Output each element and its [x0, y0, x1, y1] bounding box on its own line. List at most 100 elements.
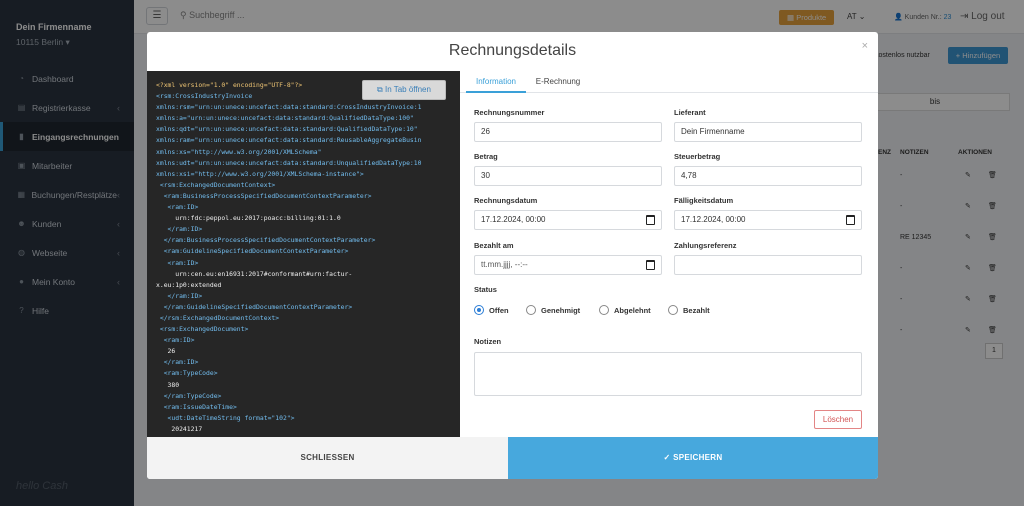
rechnungsnummer-label: Rechnungsnummer	[474, 108, 545, 117]
xml-line: </ram:BusinessProcessSpecifiedDocumentCo…	[156, 235, 421, 246]
tab-information[interactable]: Information	[466, 71, 526, 93]
lieferant-input[interactable]: Dein Firmenname	[674, 122, 862, 142]
xml-line: <ram:ID>	[156, 335, 421, 346]
status-radio-label: Bezahlt	[683, 305, 710, 315]
status-radio[interactable]: Genehmigt	[526, 305, 580, 315]
xml-token: xmlns:xs="http://www.w3.org/2001/XMLSche…	[156, 147, 322, 156]
xml-token: xmlns:udt="urn:un:unece:uncefact:data:st…	[156, 158, 422, 167]
xml-token: <?xml version="1.0" encoding="UTF-8"?>	[156, 81, 303, 89]
radio-circle-icon[interactable]	[474, 305, 484, 315]
xml-token: <ram:ID>	[156, 336, 195, 345]
xml-line: </ram:ID>	[156, 224, 421, 235]
xml-token: 380	[156, 380, 180, 389]
xml-code: <?xml version="1.0" encoding="UTF-8"?> <r…	[156, 80, 421, 437]
bezahlt-am-placeholder: tt.mm.jjjj, --:--	[481, 260, 528, 269]
radio-circle-icon[interactable]	[526, 305, 536, 315]
betrag-input[interactable]: 30	[474, 166, 662, 186]
xml-line: urn:cen.eu:en16931:2017#conformant#urn:f…	[156, 269, 421, 280]
xml-line: 380	[156, 380, 421, 391]
xml-line: x.eu:1p0:extended	[156, 280, 421, 291]
xml-line: xmlns:xsi="http://www.w3.org/2001/XMLSch…	[156, 169, 421, 180]
xml-token: </ram:GuidelineSpecifiedDocumentContextP…	[156, 302, 353, 311]
betrag-label: Betrag	[474, 152, 498, 161]
status-radio[interactable]: Bezahlt	[668, 305, 710, 315]
open-in-tab-label: In Tab öffnen	[384, 85, 431, 94]
xml-token: <ram:TypeCode>	[156, 369, 218, 378]
steuerbetrag-label: Steuerbetrag	[674, 152, 721, 161]
open-in-tab-button[interactable]: ⧉ In Tab öffnen	[362, 80, 446, 100]
status-radio[interactable]: Abgelehnt	[599, 305, 651, 315]
xml-line: 20241217	[156, 424, 421, 435]
notizen-label: Notizen	[474, 337, 502, 346]
xml-token: xmlns:qdt="urn:un:unece:uncefact:data:st…	[156, 125, 418, 134]
zahlungsreferenz-input[interactable]	[674, 255, 862, 275]
xml-line: <rsm:ExchangedDocumentContext>	[156, 180, 421, 191]
status-radio-label: Offen	[489, 305, 509, 315]
status-label: Status	[474, 285, 497, 294]
rechnungsnummer-input[interactable]: 26	[474, 122, 662, 142]
xml-line: <ram:BusinessProcessSpecifiedDocumentCon…	[156, 191, 421, 202]
xml-viewer[interactable]: <?xml version="1.0" encoding="UTF-8"?> <r…	[147, 71, 460, 437]
status-radio[interactable]: Offen	[474, 305, 509, 315]
xml-token: </rsm:ExchangedDocumentContext>	[156, 313, 280, 322]
xml-token: urn:cen.eu:en16931:2017#conformant#urn:f…	[156, 269, 353, 278]
xml-line: urn:fdc:peppol.eu:2017:poacc:billing:01:…	[156, 213, 421, 224]
save-button[interactable]: ✓ SPEICHERN	[508, 437, 878, 479]
calendar-icon[interactable]	[646, 215, 655, 225]
xml-token: xmlns:xsi="http://www.w3.org/2001/XMLSch…	[156, 169, 364, 178]
xml-token: <ram:ID>	[156, 258, 199, 267]
xml-token: </ram:ID>	[156, 358, 199, 367]
xml-token: </ram:BusinessProcessSpecifiedDocumentCo…	[156, 236, 376, 245]
xml-line: </ram:ID>	[156, 357, 421, 368]
xml-token: <rsm:ExchangedDocument>	[156, 325, 249, 334]
xml-line: </ram:GuidelineSpecifiedDocumentContextP…	[156, 302, 421, 313]
xml-token: 26	[156, 347, 176, 356]
rechnungsdatum-value: 17.12.2024, 00:00	[481, 215, 546, 224]
xml-token: <udt:DateTimeString format="102">	[156, 413, 295, 422]
close-icon[interactable]: ×	[862, 40, 868, 52]
xml-line: <udt:DateTimeString format="102">	[156, 413, 421, 424]
xml-line: xmlns:xs="http://www.w3.org/2001/XMLSche…	[156, 147, 421, 158]
xml-line: xmlns:qdt="urn:un:unece:uncefact:data:st…	[156, 124, 421, 135]
xml-token: 20241217	[156, 424, 203, 433]
xml-line: <rsm:ExchangedDocument>	[156, 324, 421, 335]
xml-line: <ram:ID>	[156, 258, 421, 269]
xml-token: xmlns:a="urn:un:unece:uncefact:data:stan…	[156, 114, 414, 123]
modal-title: Rechnungsdetails	[448, 42, 577, 59]
steuerbetrag-input[interactable]: 4,78	[674, 166, 862, 186]
xml-line: xmlns:rsm="urn:un:unece:uncefact:data:st…	[156, 102, 421, 113]
xml-line: </ram:TypeCode>	[156, 391, 421, 402]
delete-button[interactable]: Löschen	[814, 410, 862, 429]
xml-token: x.eu:1p0:extended	[156, 280, 222, 289]
xml-token: <ram:IssueDateTime>	[156, 402, 237, 411]
external-link-icon: ⧉	[377, 85, 383, 94]
xml-token: </ram:TypeCode>	[156, 391, 222, 400]
zahlungsreferenz-label: Zahlungsreferenz	[674, 241, 737, 250]
xml-token: <rsm:CrossIndustryInvoice	[156, 92, 253, 101]
rechnungsdatum-input[interactable]: 17.12.2024, 00:00	[474, 210, 662, 230]
xml-line: </ram:ID>	[156, 291, 421, 302]
invoice-form: Information E-Rechnung Rechnungsnummer 2…	[460, 71, 878, 437]
bezahlt-am-label: Bezahlt am	[474, 241, 514, 250]
calendar-icon[interactable]	[646, 260, 655, 270]
xml-line: <ram:GuidelineSpecifiedDocumentContextPa…	[156, 246, 421, 257]
faelligkeitsdatum-value: 17.12.2024, 00:00	[681, 215, 746, 224]
modal-footer: SCHLIESSEN ✓ SPEICHERN	[147, 437, 878, 479]
faelligkeitsdatum-label: Fälligkeitsdatum	[674, 196, 734, 205]
calendar-icon[interactable]	[846, 215, 855, 225]
xml-token: <ram:GuidelineSpecifiedDocumentContextPa…	[156, 247, 349, 256]
radio-circle-icon[interactable]	[668, 305, 678, 315]
xml-token: </ram:ID>	[156, 225, 203, 234]
radio-circle-icon[interactable]	[599, 305, 609, 315]
close-button[interactable]: SCHLIESSEN	[147, 437, 508, 479]
bezahlt-am-input[interactable]: tt.mm.jjjj, --:--	[474, 255, 662, 275]
notizen-textarea[interactable]	[474, 352, 862, 396]
faelligkeitsdatum-input[interactable]: 17.12.2024, 00:00	[674, 210, 862, 230]
xml-line: xmlns:udt="urn:un:unece:uncefact:data:st…	[156, 158, 421, 169]
xml-line: </rsm:ExchangedDocumentContext>	[156, 313, 421, 324]
xml-token: xmlns:ram="urn:un:unece:uncefact:data:st…	[156, 136, 422, 145]
invoice-details-modal: Rechnungsdetails × <?xml version="1.0" e…	[147, 32, 878, 479]
rechnungsdatum-label: Rechnungsdatum	[474, 196, 538, 205]
tab-e-rechnung[interactable]: E-Rechnung	[530, 71, 586, 93]
xml-token: urn:fdc:peppol.eu:2017:poacc:billing:01:…	[156, 214, 341, 223]
